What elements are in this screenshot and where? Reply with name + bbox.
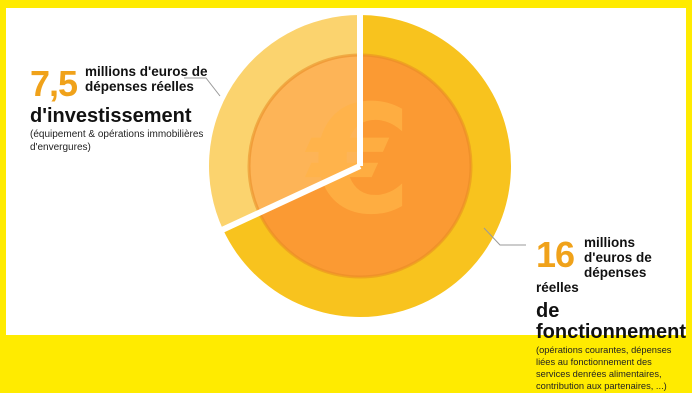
callout-fonctionnement: 16 millions d'euros de dépenses réelles … <box>536 235 686 393</box>
invest-note: (équipement & opérations immobilières d'… <box>30 129 204 153</box>
infographic-card: € 7,5 millions d'euros de dépenses réell… <box>6 8 686 391</box>
fonct-value: 16 <box>536 234 575 275</box>
callout-investissement: 7,5 millions d'euros de dépenses réelles… <box>30 64 230 155</box>
invest-value: 7,5 <box>30 63 78 104</box>
invest-emphasis: d'investissement <box>30 105 192 127</box>
fonct-note: (opérations courantes, dépenses liées au… <box>536 345 672 392</box>
fonct-emphasis: de fonctionnement <box>536 300 686 344</box>
